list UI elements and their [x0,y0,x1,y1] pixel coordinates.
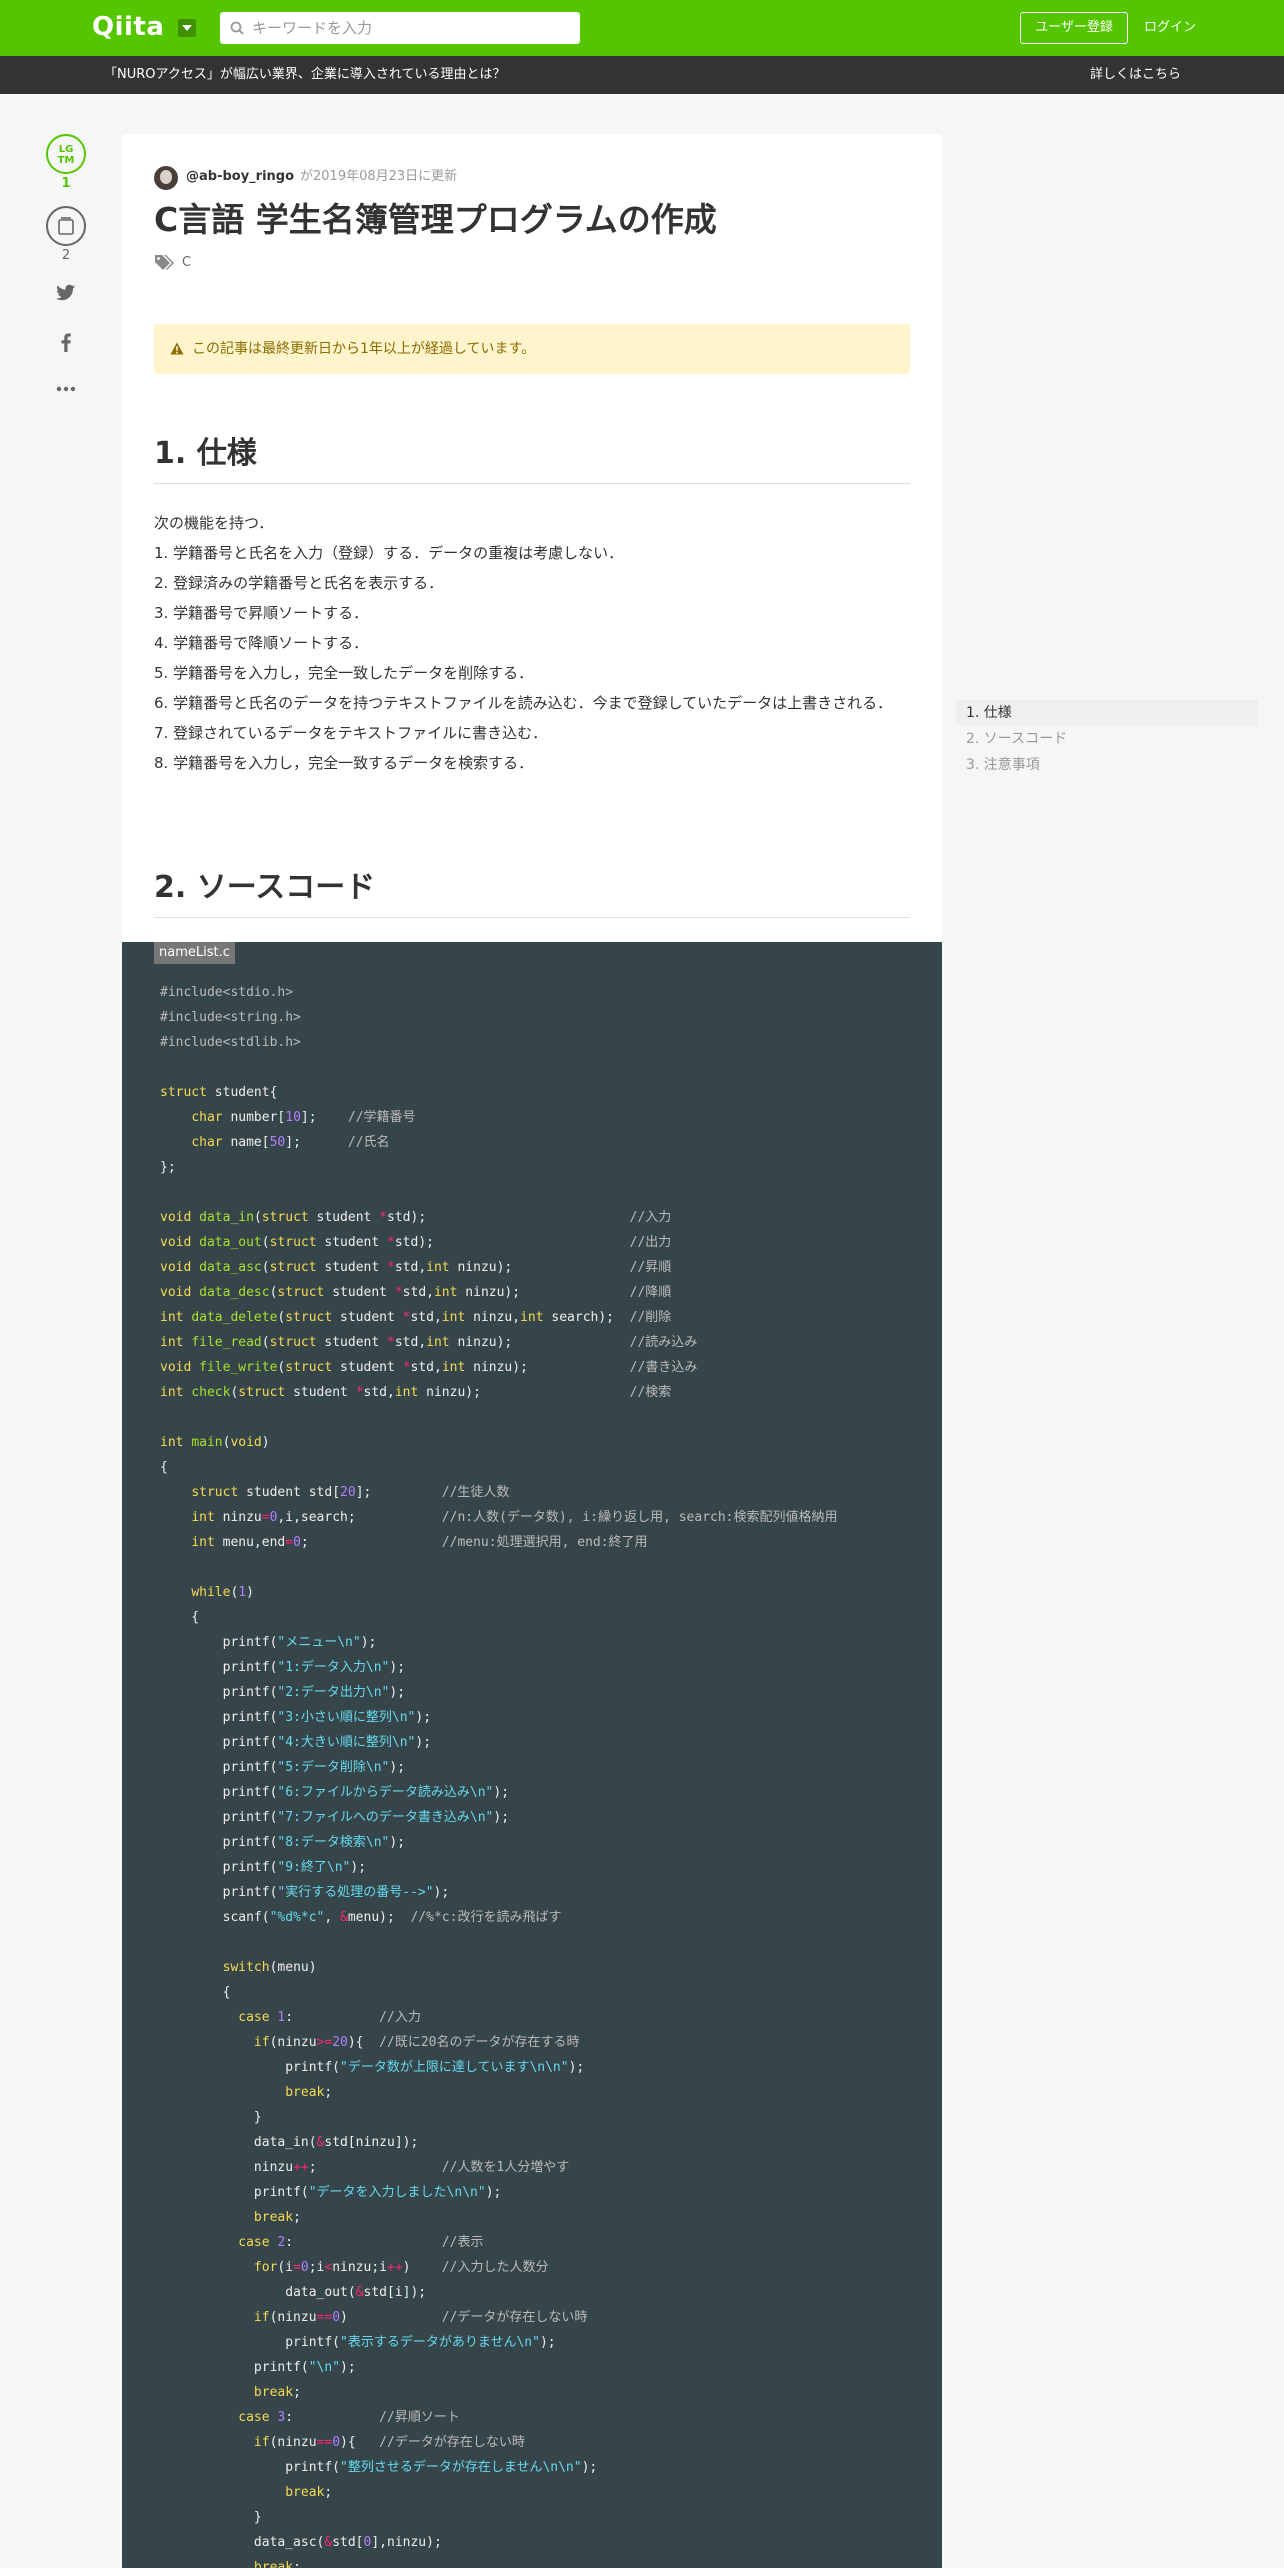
spec-line: 6. 学籍番号と氏名のデータを持つテキストファイルを読み込む．今まで登録していた… [154,694,893,712]
heading-divider [154,483,910,484]
stock-button[interactable] [46,206,86,246]
ad-text[interactable]: 「NUROアクセス」が幅広い業界、企業に導入されている理由とは？ [104,56,505,94]
search-input[interactable] [252,12,572,44]
ad-link[interactable]: 詳しくはこちら [1090,56,1181,94]
spec-line: 1. 学籍番号と氏名を入力（登録）する．データの重複は考慮しない． [154,544,624,562]
spec-line: 3. 学籍番号で昇順ソートする． [154,604,369,622]
spec-line: 5. 学籍番号を入力し，完全一致したデータを削除する． [154,664,534,682]
search-box[interactable] [220,12,580,44]
spec-line: 次の機能を持つ． [154,514,274,532]
more-icon[interactable] [56,386,76,392]
heading-divider [154,917,910,918]
notice-text: この記事は最終更新日から1年以上が経過しています。 [192,341,536,357]
signup-button[interactable]: ユーザー登録 [1020,12,1128,44]
qiita-logo[interactable]: Qiita [92,12,164,42]
lgtm-button[interactable]: LG TM [46,134,86,174]
facebook-icon[interactable] [56,332,76,352]
code-block: nameList.c #include<stdio.h> #include<st… [122,942,942,2568]
tag-icon [155,255,174,270]
toc-item-notes[interactable]: 3. 注意事項 [956,752,1258,778]
site-header: Qiita ユーザー登録 ログイン [0,0,1284,56]
lgtm-label-2: TM [57,155,75,166]
stock-count: 2 [61,248,71,263]
lgtm-count: 1 [61,176,71,191]
section-heading-spec: 1. 仕様 [154,436,257,471]
spec-line: 8. 学籍番号を入力し，完全一致するデータを検索する． [154,754,534,772]
tag-c[interactable]: C [182,254,191,272]
updated-date: が2019年08月23日に更新 [300,169,458,184]
stock-icon [58,217,74,235]
code-filename: nameList.c [154,942,235,964]
article-title: C言語 学生名簿管理プログラムの作成 [154,200,717,239]
twitter-icon[interactable] [56,284,76,302]
spec-line: 2. 登録済みの学籍番号と氏名を表示する． [154,574,444,592]
article: @ab-boy_ringo が2019年08月23日に更新 C言語 学生名簿管理… [122,134,942,2568]
search-icon [230,21,244,35]
toc-item-spec[interactable]: 1. 仕様 [956,700,1258,726]
warning-icon [170,342,184,355]
table-of-contents: 1. 仕様 2. ソースコード 3. 注意事項 [956,700,1258,778]
toc-item-source[interactable]: 2. ソースコード [956,726,1258,752]
author-name[interactable]: @ab-boy_ringo [186,168,294,186]
outdated-notice: この記事は最終更新日から1年以上が経過しています。 [154,324,910,374]
lgtm-label-1: LG [58,144,74,155]
source-code[interactable]: #include<stdio.h> #include<string.h> #in… [160,980,838,2568]
chevron-down-icon[interactable] [178,19,196,37]
spec-line: 7. 登録されているデータをテキストファイルに書き込む． [154,724,548,742]
section-heading-source: 2. ソースコード [154,870,376,905]
spec-line: 4. 学籍番号で降順ソートする． [154,634,369,652]
spec-list: 次の機能を持つ． 1. 学籍番号と氏名を入力（登録）する．データの重複は考慮しな… [154,508,910,778]
author-avatar[interactable] [154,166,178,190]
login-link[interactable]: ログイン [1144,12,1196,44]
ad-bar: 「NUROアクセス」が幅広い業界、企業に導入されている理由とは？ 詳しくはこちら [0,56,1284,94]
